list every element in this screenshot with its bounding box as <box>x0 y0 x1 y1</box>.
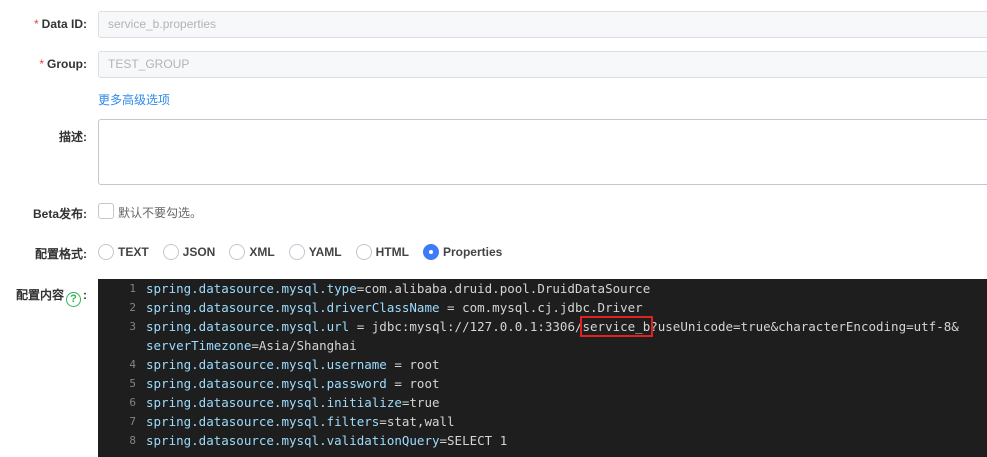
property-value: =SELECT 1 <box>439 433 508 448</box>
property-key: spring.datasource.mysql.initialize <box>146 395 402 410</box>
format-label: 配置格式: <box>35 247 87 261</box>
property-key: spring.datasource.mysql.url <box>146 319 350 334</box>
line-number: 6 <box>129 396 136 409</box>
property-value: = com.mysql.cj.jdbc.Driver <box>439 300 643 315</box>
property-key: spring.datasource.mysql.validationQuery <box>146 433 440 448</box>
required-mark: * <box>39 57 44 71</box>
line-number: 2 <box>129 301 136 314</box>
radio-json[interactable]: JSON <box>162 244 215 260</box>
required-mark: * <box>33 17 39 31</box>
property-key: spring.datasource.mysql.type <box>146 281 357 296</box>
radio-selected-icon <box>422 244 439 260</box>
group-value: TEST_GROUP <box>108 57 190 71</box>
line-number: 7 <box>129 415 136 428</box>
property-key: serverTimezone <box>146 338 252 353</box>
line-number: 8 <box>129 434 136 447</box>
beta-label: Beta发布: <box>32 207 87 221</box>
data-id-input[interactable]: service_b.properties <box>98 11 987 38</box>
group-input[interactable]: TEST_GROUP <box>98 51 987 78</box>
line-number: 4 <box>129 358 136 371</box>
radio-circle-icon <box>98 244 114 260</box>
code-editor[interactable]: 1 spring.datasource.mysql.type=com.aliba… <box>98 279 987 457</box>
advanced-options-link[interactable]: 更多高级选项 <box>98 91 170 108</box>
radio-text[interactable]: TEXT <box>98 244 149 260</box>
radio-circle-icon <box>229 244 246 260</box>
property-key: spring.datasource.mysql.password <box>146 376 387 391</box>
line-number: 1 <box>129 282 136 295</box>
property-key: spring.datasource.mysql.driverClassName <box>146 300 440 315</box>
radio-xml[interactable]: XML <box>229 244 275 260</box>
format-radio-group: TEXT JSON XML YAML HTML Properties <box>98 243 516 261</box>
property-key: spring.datasource.mysql.username <box>146 357 387 372</box>
radio-circle-icon <box>162 244 179 260</box>
radio-circle-icon <box>288 244 305 260</box>
radio-html[interactable]: HTML <box>355 244 409 260</box>
property-value: = root <box>386 357 440 372</box>
property-value: =com.alibaba.druid.pool.DruidDataSource <box>356 281 651 296</box>
radio-circle-icon <box>355 244 372 260</box>
beta-checkbox[interactable] <box>98 203 114 219</box>
radio-properties[interactable]: Properties <box>422 244 502 260</box>
beta-checkbox-text: 默认不要勾选。 <box>118 206 203 220</box>
property-value: = root <box>386 376 440 391</box>
data-id-value: service_b.properties <box>108 17 217 31</box>
radio-yaml[interactable]: YAML <box>288 244 342 260</box>
property-value: ?useUnicode=true&characterEncoding=utf-8… <box>650 319 959 334</box>
highlighted-database-name: service_b <box>579 316 654 337</box>
line-number: 5 <box>129 377 136 390</box>
data-id-label: * Data ID: <box>33 17 87 31</box>
property-value: =true <box>401 395 440 410</box>
description-label: 描述: <box>59 130 87 144</box>
property-value: =stat,wall <box>379 414 455 429</box>
property-value: = jdbc:mysql://127.0.0.1:3306/ <box>349 319 583 334</box>
help-icon[interactable]: ? <box>66 292 81 307</box>
content-label: 配置内容?: <box>15 288 87 307</box>
property-value: =Asia/Shanghai <box>251 338 357 353</box>
description-textarea[interactable] <box>98 119 987 185</box>
group-label: * Group: <box>39 57 87 71</box>
property-key: spring.datasource.mysql.filters <box>146 414 380 429</box>
line-number: 3 <box>129 320 136 333</box>
